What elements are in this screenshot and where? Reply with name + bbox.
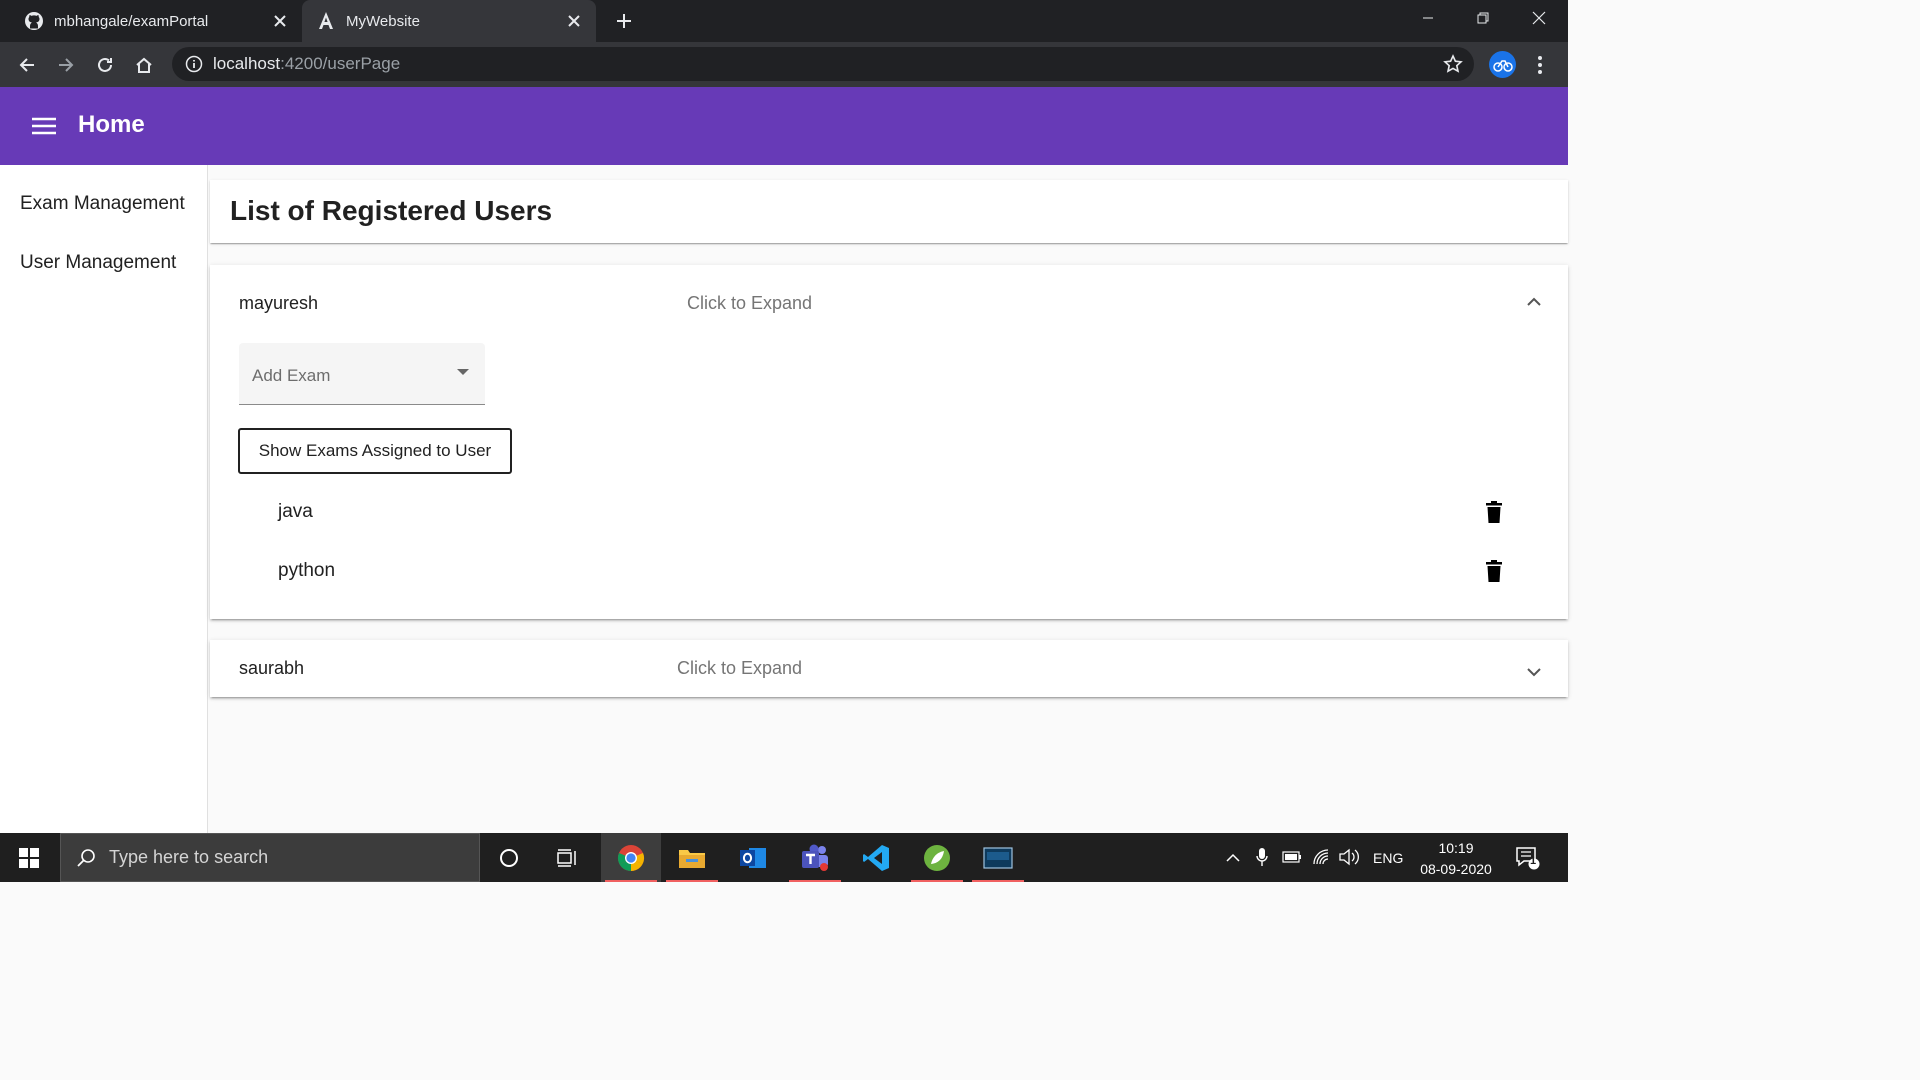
minimize-icon[interactable] [1408, 6, 1448, 30]
user-expansion-panel[interactable]: saurabh Click to Expand [210, 640, 1568, 697]
task-view-icon[interactable] [538, 833, 598, 882]
microphone-icon[interactable] [1251, 846, 1273, 868]
dropdown-arrow-icon [457, 369, 469, 375]
sidenav: Exam Management User Management [0, 165, 208, 833]
language-indicator[interactable]: ENG [1373, 850, 1403, 866]
close-window-icon[interactable] [1519, 6, 1559, 30]
notification-count: 1 [1530, 855, 1537, 867]
reload-icon[interactable] [91, 51, 119, 79]
file-explorer-icon[interactable] [662, 833, 722, 882]
browser-tab-strip: mbhangale/examPortal MyWebsite [0, 0, 1568, 42]
search-placeholder: Type here to search [109, 847, 269, 867]
new-tab-icon[interactable] [612, 9, 636, 33]
chevron-down-icon[interactable] [1524, 662, 1544, 682]
close-tab-icon[interactable] [564, 11, 584, 31]
spring-tools-icon[interactable] [907, 833, 967, 882]
select-placeholder: Add Exam [252, 366, 331, 385]
page-title: List of Registered Users [230, 195, 553, 226]
chrome-icon[interactable] [601, 833, 661, 882]
url-text: localhost:4200/userPage [213, 54, 401, 73]
angular-icon [316, 11, 336, 31]
chevron-up-icon[interactable] [1524, 291, 1544, 311]
sidebar-item-user-management[interactable]: User Management [20, 252, 176, 274]
panel-description: Click to Expand [677, 658, 803, 678]
panel-header[interactable]: mayuresh Click to Expand [210, 265, 1568, 341]
browser-tab-github[interactable]: mbhangale/examPortal [10, 0, 302, 42]
teams-icon[interactable] [785, 833, 845, 882]
app-title: Home [78, 111, 145, 138]
notification-center-icon[interactable]: 1 [1515, 846, 1541, 870]
show-exams-button[interactable]: Show Exams Assigned to User [238, 428, 512, 474]
list-item: python [210, 551, 1568, 591]
windows-taskbar: Type here to search ENG 10:19 08-09-2020… [0, 833, 1568, 882]
app-toolbar: Home [0, 87, 1568, 165]
clock[interactable]: 10:19 08-09-2020 [1412, 838, 1500, 880]
volume-icon[interactable] [1339, 846, 1361, 868]
outlook-icon[interactable] [723, 833, 783, 882]
wifi-icon[interactable] [1311, 846, 1333, 868]
hamburger-menu-icon[interactable] [30, 114, 58, 138]
search-icon [75, 847, 97, 869]
clock-time: 10:19 [1438, 840, 1474, 856]
home-icon[interactable] [130, 51, 158, 79]
browser-tab-mywebsite[interactable]: MyWebsite [302, 0, 596, 42]
user-name: mayuresh [239, 293, 319, 313]
cortana-icon[interactable] [479, 833, 539, 882]
exam-name: python [278, 560, 336, 581]
vscode-icon[interactable] [846, 833, 906, 882]
taskbar-search-box[interactable]: Type here to search [60, 833, 480, 882]
restore-icon[interactable] [1463, 6, 1503, 30]
back-arrow-icon[interactable] [13, 51, 41, 79]
list-item: java [210, 492, 1568, 532]
page-title-card: List of Registered Users [210, 180, 1568, 243]
user-name: saurabh [239, 658, 305, 678]
tab-title: mbhangale/examPortal [54, 12, 209, 30]
delete-icon[interactable] [1482, 499, 1506, 525]
profile-avatar-icon[interactable] [1489, 51, 1516, 78]
battery-icon[interactable] [1281, 846, 1303, 868]
bookmark-star-icon[interactable] [1442, 53, 1464, 75]
tab-title: MyWebsite [346, 12, 420, 30]
browser-menu-icon[interactable] [1530, 51, 1550, 79]
github-icon [24, 11, 44, 31]
panel-description: Click to Expand [687, 293, 813, 313]
exam-name: java [278, 501, 313, 522]
add-exam-select[interactable]: Add Exam [239, 343, 485, 405]
clock-date: 08-09-2020 [1420, 861, 1492, 877]
close-tab-icon[interactable] [270, 11, 290, 31]
mysql-workbench-icon[interactable] [968, 833, 1028, 882]
delete-icon[interactable] [1482, 558, 1506, 584]
sidebar-item-exam-management[interactable]: Exam Management [20, 193, 185, 215]
browser-toolbar: localhost:4200/userPage [0, 42, 1568, 87]
forward-arrow-icon[interactable] [52, 51, 80, 79]
address-bar[interactable]: localhost:4200/userPage [172, 47, 1474, 81]
windows-start-icon[interactable] [0, 833, 58, 882]
chevron-up-icon[interactable] [1222, 846, 1244, 868]
site-info-icon[interactable] [184, 54, 204, 74]
user-expansion-panel: mayuresh Click to Expand Add Exam Show E… [210, 265, 1568, 619]
